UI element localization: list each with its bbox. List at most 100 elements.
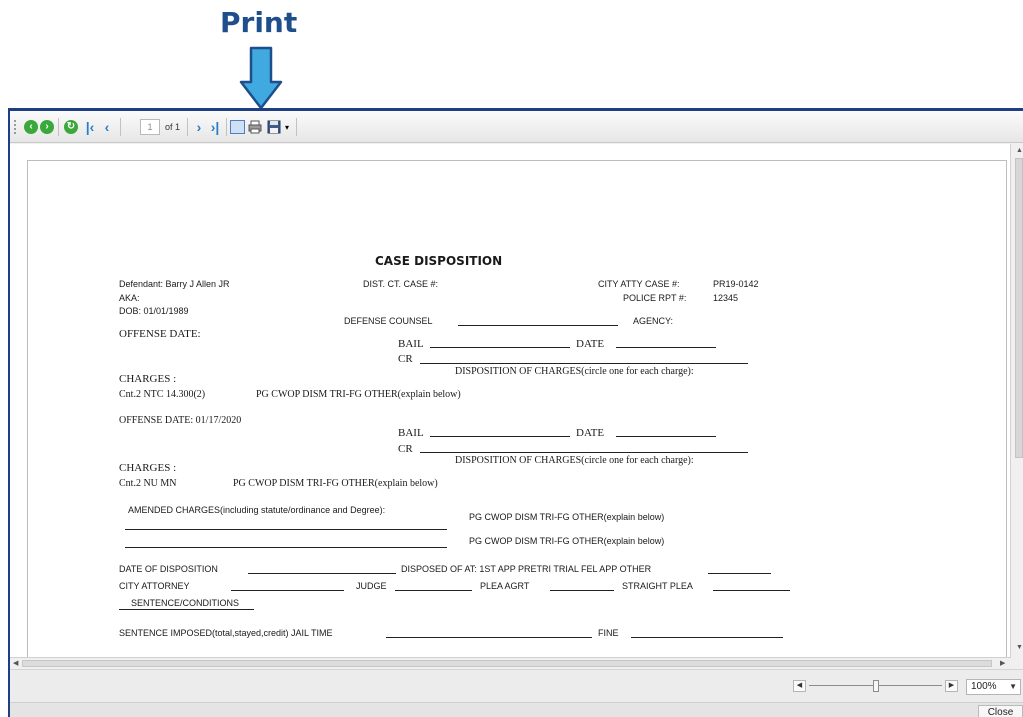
dialog-footer: Close [10, 702, 1023, 717]
amended-line-2 [125, 547, 447, 548]
fine-line [631, 637, 783, 638]
straight-plea-label: STRAIGHT PLEA [622, 581, 693, 591]
offense-date-2: OFFENSE DATE: 01/17/2020 [119, 415, 242, 426]
charge-options-1: PG CWOP DISM TRI-FG OTHER(explain below) [256, 389, 461, 400]
date-label-1: DATE [576, 338, 605, 350]
vertical-scrollbar[interactable]: ▲ ▼ [1013, 144, 1023, 657]
print-arrow-icon [239, 46, 283, 110]
zoom-slider-knob[interactable] [872, 680, 879, 692]
first-page-icon[interactable]: |‹ [84, 119, 96, 135]
previous-page-icon[interactable]: ‹ [102, 119, 112, 135]
vertical-scroll-thumb[interactable] [1015, 158, 1023, 458]
bail-label-1: BAIL [398, 338, 424, 350]
plea-agrt-line [550, 590, 614, 591]
toolbar-grip[interactable] [14, 120, 18, 134]
zoom-in-icon[interactable]: ▶ [945, 680, 958, 692]
scroll-right-icon[interactable]: ▶ [1000, 659, 1005, 667]
fine-label: FINE [598, 628, 619, 638]
horizontal-scroll-thumb[interactable] [22, 660, 992, 667]
close-button[interactable]: Close [978, 705, 1023, 717]
judge-line [395, 590, 472, 591]
stage: Print ‹ › ↻ |‹ ‹ 1 of 1 › ›| ▾ CASE DISP… [0, 0, 1023, 717]
zoom-bar: ◀ ▶ 100% ▼ [10, 669, 1023, 702]
defense-counsel-line [458, 325, 618, 326]
scroll-down-icon[interactable]: ▼ [1016, 644, 1023, 651]
sentence-conditions-underline [119, 609, 254, 610]
straight-plea-line [713, 590, 790, 591]
export-save-icon[interactable] [267, 120, 281, 134]
toolbar-separator [226, 118, 227, 136]
city-attorney-label: CITY ATTORNEY [119, 581, 190, 591]
page-number-input[interactable]: 1 [140, 119, 160, 135]
amended-line-1 [125, 529, 447, 530]
aka-field: AKA: [119, 293, 140, 303]
charge-code-1: Cnt.2 NTC 14.300(2) [119, 389, 206, 400]
defendant-field: Defendant: Barry J Allen JR [119, 279, 230, 289]
disposed-of-at-label: DISPOSED OF AT: 1ST APP PRETRI TRIAL FEL… [401, 564, 652, 574]
forward-icon[interactable]: › [40, 120, 54, 134]
disposition-heading-2: DISPOSITION OF CHARGES(circle one for ea… [455, 455, 694, 466]
police-rpt-label: POLICE RPT #: [623, 293, 687, 303]
police-rpt-value: 12345 [713, 293, 739, 303]
charges-label-2: CHARGES : [119, 462, 177, 474]
amended-options-1: PG CWOP DISM TRI-FG OTHER(explain below) [469, 512, 665, 522]
report-page: CASE DISPOSITION Defendant: Barry J Alle… [27, 160, 1007, 657]
page-title: CASE DISPOSITION [375, 254, 503, 268]
export-dropdown-chevron-down-icon[interactable]: ▾ [283, 120, 291, 134]
last-page-icon[interactable]: ›| [209, 119, 221, 135]
date-line-2 [616, 436, 716, 437]
toolbar-separator [296, 118, 297, 136]
city-attorney-line [231, 590, 344, 591]
date-line-1 [616, 347, 716, 348]
sentence-imposed-label: SENTENCE IMPOSED(total,stayed,credit) JA… [119, 628, 333, 638]
sentence-conditions-label: SENTENCE/CONDITIONS [131, 598, 240, 608]
offense-date-1: OFFENSE DATE: [119, 328, 201, 340]
scroll-left-icon[interactable]: ◀ [13, 659, 18, 667]
plea-agrt-label: PLEA AGRT [480, 581, 530, 591]
city-atty-case-value: PR19-0142 [713, 279, 759, 289]
zoom-select[interactable]: 100% ▼ [966, 679, 1021, 695]
amended-options-2: PG CWOP DISM TRI-FG OTHER(explain below) [469, 536, 665, 546]
amended-charges-label: AMENDED CHARGES(including statute/ordina… [128, 505, 386, 515]
charges-label-1: CHARGES : [119, 373, 177, 385]
charge-code-2: Cnt.2 NU MN [119, 478, 177, 489]
toolbar-separator [58, 118, 59, 136]
bail-line-1 [430, 347, 570, 348]
refresh-icon[interactable]: ↻ [64, 120, 78, 134]
date-of-disposition-label: DATE OF DISPOSITION [119, 564, 218, 574]
judge-label: JUDGE [356, 581, 387, 591]
zoom-value: 100% [971, 681, 997, 692]
horizontal-scrollbar[interactable]: ◀ ▶ [10, 657, 1011, 669]
defense-counsel-label: DEFENSE COUNSEL [344, 316, 433, 326]
dob-field: DOB: 01/01/1989 [119, 306, 189, 316]
agency-label: AGENCY: [633, 316, 674, 326]
report-toolbar: ‹ › ↻ |‹ ‹ 1 of 1 › ›| ▾ [10, 111, 1023, 143]
zoom-out-icon[interactable]: ◀ [793, 680, 806, 692]
report-document-area[interactable]: CASE DISPOSITION Defendant: Barry J Alle… [10, 144, 1011, 657]
jail-time-line [386, 637, 592, 638]
dist-ct-case-field: DIST. CT. CASE #: [363, 279, 439, 289]
page-total-label: of 1 [165, 122, 181, 132]
next-page-icon[interactable]: › [194, 119, 204, 135]
back-icon[interactable]: ‹ [24, 120, 38, 134]
print-icon[interactable] [248, 120, 262, 134]
print-annotation-label: Print [220, 6, 298, 39]
toolbar-separator [120, 118, 121, 136]
cr-label-2: CR [398, 443, 413, 455]
zoom-chevron-down-icon[interactable]: ▼ [1009, 680, 1017, 694]
date-label-2: DATE [576, 427, 605, 439]
bail-label-2: BAIL [398, 427, 424, 439]
cr-label-1: CR [398, 353, 413, 365]
cr-line-2 [420, 452, 748, 453]
zoom-slider[interactable]: ◀ ▶ [793, 680, 958, 692]
disposed-of-at-line [708, 573, 771, 574]
date-of-disposition-line [248, 573, 396, 574]
scroll-up-icon[interactable]: ▲ [1016, 147, 1023, 154]
report-viewer-window: ‹ › ↻ |‹ ‹ 1 of 1 › ›| ▾ CASE DISPOSITIO… [8, 108, 1023, 717]
cr-line-1 [420, 363, 748, 364]
toolbar-separator [187, 118, 188, 136]
city-atty-case-label: CITY ATTY CASE #: [598, 279, 680, 289]
print-layout-icon[interactable] [230, 120, 245, 134]
bail-line-2 [430, 436, 570, 437]
charge-options-2: PG CWOP DISM TRI-FG OTHER(explain below) [233, 478, 438, 489]
